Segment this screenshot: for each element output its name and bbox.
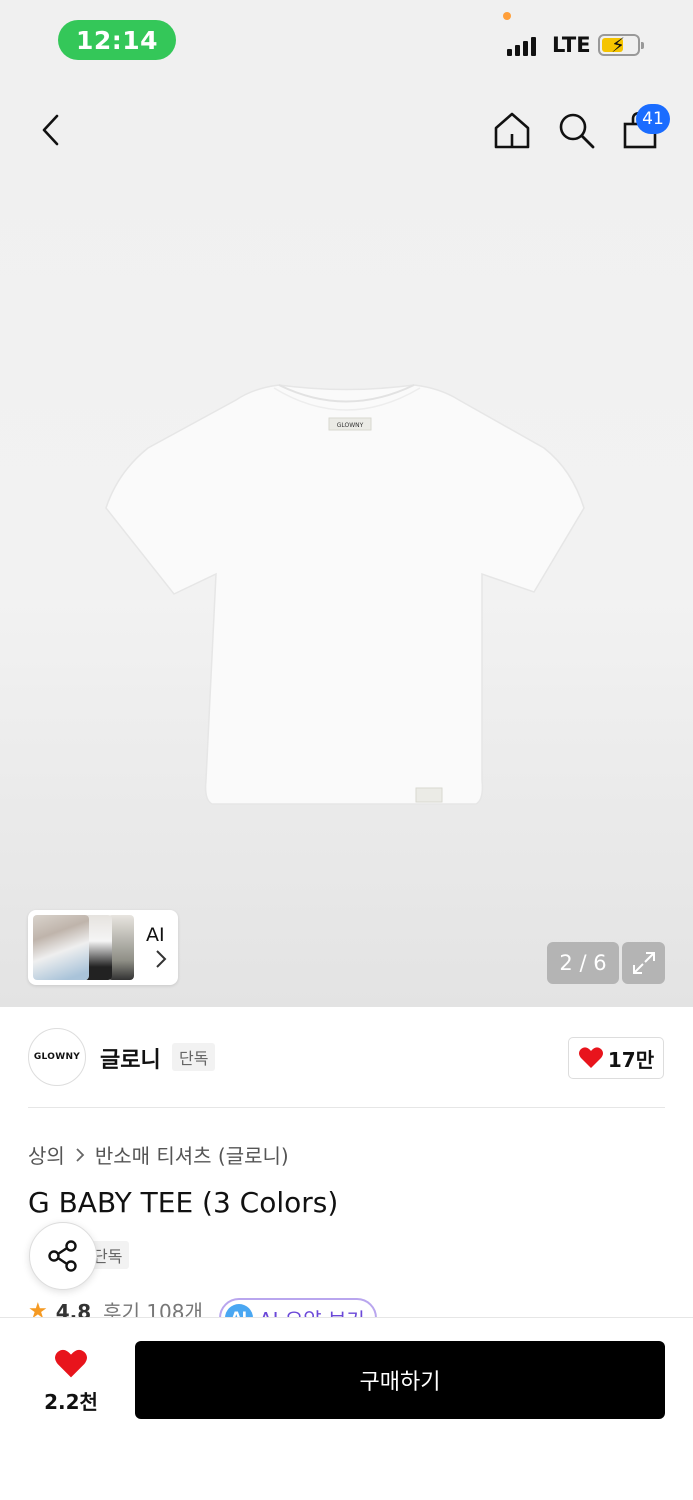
buy-button[interactable]: 구매하기: [135, 1341, 665, 1419]
battery-icon: ⚡: [598, 33, 644, 57]
share-button[interactable]: [29, 1222, 97, 1290]
image-page-indicator: 2 / 6: [547, 942, 619, 984]
brand-like-button[interactable]: 17만: [568, 1037, 664, 1079]
search-icon: [559, 113, 595, 149]
status-bar: 12:14 LTE ⚡: [0, 0, 693, 90]
divider: [28, 1107, 665, 1108]
breadcrumb-category[interactable]: 상의: [28, 1140, 65, 1169]
status-time: 12:14: [58, 20, 176, 60]
back-button[interactable]: [30, 108, 70, 152]
chevron-left-icon: [42, 114, 59, 146]
home-button[interactable]: [490, 108, 534, 152]
chevron-right-icon: [156, 950, 167, 968]
share-icon: [48, 1240, 77, 1272]
style-thumbnail: [33, 915, 89, 980]
neck-tag-text: GLOWNY: [337, 422, 364, 429]
breadcrumb: 상의 반소매 티셔츠 (글로니): [28, 1140, 289, 1169]
product-title: G BABY TEE (3 Colors): [28, 1186, 339, 1219]
privacy-indicator-dot: [503, 12, 511, 20]
brand-logo[interactable]: GLOWNY: [28, 1028, 86, 1086]
network-label: LTE: [552, 33, 591, 57]
expand-icon: [632, 952, 655, 974]
search-button[interactable]: [554, 108, 598, 152]
breadcrumb-subcategory[interactable]: 반소매 티셔츠 (글로니): [95, 1140, 289, 1169]
wishlist-button[interactable]: 2.2천: [30, 1346, 112, 1416]
home-icon: [494, 112, 530, 149]
charging-bolt-icon: ⚡: [611, 33, 626, 57]
signal-icon: [507, 37, 536, 56]
heart-icon: [55, 1349, 87, 1377]
product-image: GLOWNY: [105, 384, 585, 805]
heart-icon: [578, 1047, 603, 1068]
brand-name[interactable]: 글로니: [100, 1042, 161, 1074]
wishlist-count: 2.2천: [44, 1389, 98, 1414]
exclusive-tag: 단독: [172, 1043, 216, 1071]
chevron-right-icon: [76, 1147, 85, 1162]
ai-label: AI: [146, 924, 165, 946]
brand-like-count: 17만: [607, 1047, 655, 1072]
battery-tip: [641, 42, 644, 49]
bottom-purchase-bar: 2.2천 구매하기: [0, 1317, 693, 1500]
expand-image-button[interactable]: [622, 942, 665, 984]
cart-count-badge: 41: [636, 104, 670, 134]
